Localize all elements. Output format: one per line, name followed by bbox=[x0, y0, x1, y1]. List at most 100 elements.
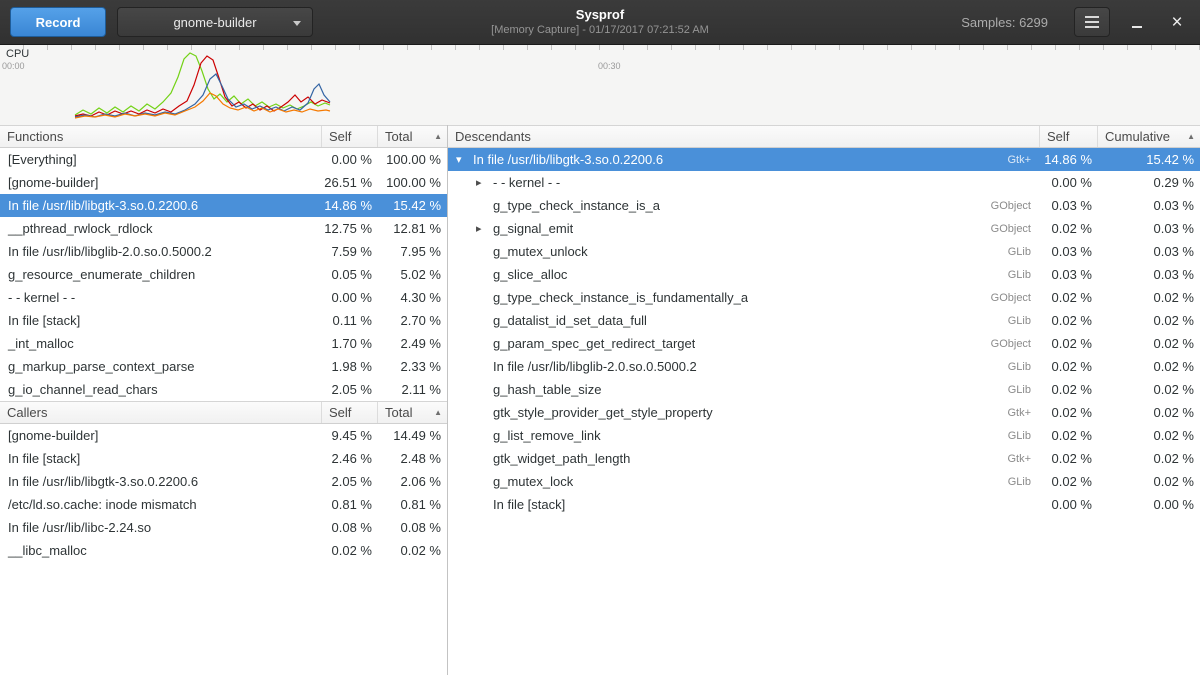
column-header-descendants[interactable]: Descendants bbox=[448, 126, 1040, 147]
table-row[interactable]: In file /usr/lib/libgtk-3.so.0.2200.6 14… bbox=[0, 194, 447, 217]
tree-row[interactable]: g_param_spec_get_redirect_target GObject… bbox=[448, 332, 1200, 355]
self-percent: 14.86 % bbox=[1040, 152, 1098, 167]
tree-row[interactable]: In file /usr/lib/libglib-2.0.so.0.5000.2… bbox=[448, 355, 1200, 378]
function-name: [gnome-builder] bbox=[0, 175, 322, 190]
function-name: g_list_remove_link bbox=[493, 428, 601, 443]
table-row[interactable]: __pthread_rwlock_rdlock 12.75 % 12.81 % bbox=[0, 217, 447, 240]
tree-row[interactable]: g_hash_table_size GLib 0.02 % 0.02 % bbox=[448, 378, 1200, 401]
library-badge: GLib bbox=[1008, 384, 1040, 396]
table-row[interactable]: In file /usr/lib/libgtk-3.so.0.2200.6 2.… bbox=[0, 470, 447, 493]
table-row[interactable]: In file /usr/lib/libglib-2.0.so.0.5000.2… bbox=[0, 240, 447, 263]
tree-row[interactable]: ▸ g_signal_emit GObject 0.02 % 0.03 % bbox=[448, 217, 1200, 240]
expander-icon[interactable]: ▸ bbox=[476, 176, 493, 189]
process-selector-label: gnome-builder bbox=[173, 15, 256, 30]
cumulative-percent: 0.02 % bbox=[1098, 313, 1200, 328]
process-selector-dropdown[interactable]: gnome-builder bbox=[117, 7, 313, 37]
minimize-button[interactable] bbox=[1124, 7, 1150, 37]
table-row[interactable]: __libc_malloc 0.02 % 0.02 % bbox=[0, 539, 447, 562]
column-header-total[interactable]: ▲ Total bbox=[378, 126, 447, 147]
table-row[interactable]: [gnome-builder] 9.45 % 14.49 % bbox=[0, 424, 447, 447]
cumulative-percent: 0.02 % bbox=[1098, 382, 1200, 397]
self-percent: 2.46 % bbox=[322, 451, 378, 466]
table-row[interactable]: [Everything] 0.00 % 100.00 % bbox=[0, 148, 447, 171]
table-row[interactable]: - - kernel - - 0.00 % 4.30 % bbox=[0, 286, 447, 309]
library-badge: GObject bbox=[991, 223, 1040, 235]
total-percent: 0.08 % bbox=[378, 520, 447, 535]
tree-row[interactable]: gtk_style_provider_get_style_property Gt… bbox=[448, 401, 1200, 424]
self-percent: 0.03 % bbox=[1040, 198, 1098, 213]
self-percent: 0.11 % bbox=[322, 313, 378, 328]
self-percent: 0.02 % bbox=[1040, 221, 1098, 236]
total-percent: 4.30 % bbox=[378, 290, 447, 305]
tree-row[interactable]: g_mutex_lock GLib 0.02 % 0.02 % bbox=[448, 470, 1200, 493]
function-name: g_markup_parse_context_parse bbox=[0, 359, 322, 374]
tree-row[interactable]: g_slice_alloc GLib 0.03 % 0.03 % bbox=[448, 263, 1200, 286]
function-name: - - kernel - - bbox=[493, 175, 560, 190]
close-button[interactable]: × bbox=[1164, 7, 1190, 37]
table-row[interactable]: g_io_channel_read_chars 2.05 % 2.11 % bbox=[0, 378, 447, 401]
table-row[interactable]: _int_malloc 1.70 % 2.49 % bbox=[0, 332, 447, 355]
table-row[interactable]: /etc/ld.so.cache: inode mismatch 0.81 % … bbox=[0, 493, 447, 516]
self-percent: 0.02 % bbox=[1040, 290, 1098, 305]
column-header-cumulative[interactable]: ▲ Cumulative bbox=[1098, 126, 1200, 147]
column-header-self[interactable]: Self bbox=[1040, 126, 1098, 147]
dropdown-caret-icon bbox=[293, 21, 301, 26]
expander-icon[interactable]: ▾ bbox=[456, 153, 473, 166]
self-percent: 0.03 % bbox=[1040, 267, 1098, 282]
function-name: g_hash_table_size bbox=[493, 382, 601, 397]
table-row[interactable]: In file [stack] 2.46 % 2.48 % bbox=[0, 447, 447, 470]
callers-table-body: [gnome-builder] 9.45 % 14.49 % In file [… bbox=[0, 424, 447, 562]
self-percent: 0.81 % bbox=[322, 497, 378, 512]
tree-row[interactable]: g_type_check_instance_is_fundamentally_a… bbox=[448, 286, 1200, 309]
tree-row[interactable]: ▸ - - kernel - - 0.00 % 0.29 % bbox=[448, 171, 1200, 194]
sysprof-window: Record gnome-builder Sysprof [Memory Cap… bbox=[0, 0, 1200, 675]
column-header-self[interactable]: Self bbox=[322, 402, 378, 423]
function-name: g_mutex_lock bbox=[493, 474, 573, 489]
tree-row[interactable]: g_type_check_instance_is_a GObject 0.03 … bbox=[448, 194, 1200, 217]
library-badge: GLib bbox=[1008, 361, 1040, 373]
cumulative-percent: 0.03 % bbox=[1098, 198, 1200, 213]
cumulative-percent: 0.00 % bbox=[1098, 497, 1200, 512]
samples-count-label: Samples: 6299 bbox=[961, 15, 1048, 30]
column-header-self[interactable]: Self bbox=[322, 126, 378, 147]
table-row[interactable]: In file [stack] 0.11 % 2.70 % bbox=[0, 309, 447, 332]
library-badge: Gtk+ bbox=[1007, 453, 1040, 465]
cumulative-percent: 15.42 % bbox=[1098, 152, 1200, 167]
table-row[interactable]: In file /usr/lib/libc-2.24.so 0.08 % 0.0… bbox=[0, 516, 447, 539]
total-percent: 2.11 % bbox=[378, 382, 447, 397]
menu-button[interactable] bbox=[1074, 7, 1110, 37]
cumulative-percent: 0.03 % bbox=[1098, 244, 1200, 259]
column-header-callers[interactable]: Callers bbox=[0, 402, 322, 423]
total-percent: 2.33 % bbox=[378, 359, 447, 374]
cumulative-percent: 0.02 % bbox=[1098, 405, 1200, 420]
tree-row[interactable]: In file [stack] 0.00 % 0.00 % bbox=[448, 493, 1200, 516]
tree-row[interactable]: gtk_widget_path_length Gtk+ 0.02 % 0.02 … bbox=[448, 447, 1200, 470]
self-percent: 7.59 % bbox=[322, 244, 378, 259]
self-percent: 0.02 % bbox=[1040, 474, 1098, 489]
self-percent: 0.02 % bbox=[1040, 405, 1098, 420]
tree-row[interactable]: ▾ In file /usr/lib/libgtk-3.so.0.2200.6 … bbox=[448, 148, 1200, 171]
self-percent: 1.98 % bbox=[322, 359, 378, 374]
library-badge: GLib bbox=[1008, 315, 1040, 327]
function-name: g_resource_enumerate_children bbox=[0, 267, 322, 282]
function-name: [gnome-builder] bbox=[0, 428, 322, 443]
tree-row[interactable]: g_mutex_unlock GLib 0.03 % 0.03 % bbox=[448, 240, 1200, 263]
self-percent: 0.00 % bbox=[322, 290, 378, 305]
tree-row[interactable]: g_list_remove_link GLib 0.02 % 0.02 % bbox=[448, 424, 1200, 447]
self-percent: 2.05 % bbox=[322, 474, 378, 489]
table-row[interactable]: g_resource_enumerate_children 0.05 % 5.0… bbox=[0, 263, 447, 286]
table-row[interactable]: [gnome-builder] 26.51 % 100.00 % bbox=[0, 171, 447, 194]
column-header-total[interactable]: ▲ Total bbox=[378, 402, 447, 423]
cumulative-percent: 0.29 % bbox=[1098, 175, 1200, 190]
callers-table-header: Callers Self ▲ Total bbox=[0, 401, 447, 424]
tree-row[interactable]: g_datalist_id_set_data_full GLib 0.02 % … bbox=[448, 309, 1200, 332]
column-header-functions[interactable]: Functions bbox=[0, 126, 322, 147]
cpu-timeline[interactable]: CPU 00:00 00:30 bbox=[0, 45, 1200, 125]
self-percent: 14.86 % bbox=[322, 198, 378, 213]
sort-indicator-icon: ▲ bbox=[434, 402, 442, 423]
total-percent: 5.02 % bbox=[378, 267, 447, 282]
expander-icon[interactable]: ▸ bbox=[476, 222, 493, 235]
table-row[interactable]: g_markup_parse_context_parse 1.98 % 2.33… bbox=[0, 355, 447, 378]
total-percent: 0.02 % bbox=[378, 543, 447, 558]
record-button[interactable]: Record bbox=[10, 7, 106, 37]
